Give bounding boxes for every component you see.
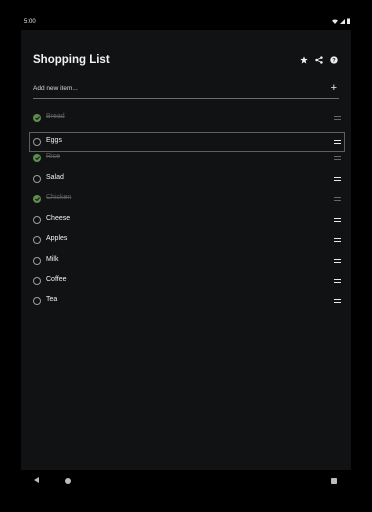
item-label: Tea xyxy=(46,296,58,303)
item-label: Bread xyxy=(46,113,65,120)
item-label: Eggs xyxy=(46,137,62,144)
back-icon[interactable] xyxy=(34,477,39,483)
drag-handle-icon[interactable] xyxy=(334,177,341,181)
system-icons xyxy=(332,18,350,24)
list-item-salad[interactable]: Salad xyxy=(29,169,345,189)
checked-circle-icon[interactable] xyxy=(33,154,41,162)
list-item-cheese[interactable]: Cheese xyxy=(29,210,345,230)
share-icon[interactable] xyxy=(314,55,324,65)
recents-icon[interactable] xyxy=(331,478,337,484)
page-title: Shopping List xyxy=(33,54,110,66)
drag-handle-icon[interactable] xyxy=(334,259,341,263)
unchecked-circle-icon[interactable] xyxy=(33,277,41,285)
unchecked-circle-icon[interactable] xyxy=(33,257,41,265)
signal-icon xyxy=(340,18,345,24)
list-item-apples[interactable]: Apples xyxy=(29,230,345,250)
help-icon[interactable]: ? xyxy=(329,55,339,65)
drag-handle-icon[interactable] xyxy=(334,116,341,120)
item-label: Cheese xyxy=(46,215,71,222)
list-item-coffee[interactable]: Coffee xyxy=(29,271,345,291)
item-label: Chicken xyxy=(46,194,72,201)
drag-handle-icon[interactable] xyxy=(334,197,341,201)
list-item-bread[interactable]: Bread xyxy=(29,108,345,128)
drag-handle-icon[interactable] xyxy=(334,156,341,160)
unchecked-circle-icon[interactable] xyxy=(33,236,41,244)
item-label: Apples xyxy=(46,235,68,242)
toolbar-actions: ? xyxy=(299,55,339,65)
app-screen: Shopping List ? + Bread Eggs xyxy=(21,30,351,470)
item-label: Rice xyxy=(46,153,61,160)
status-bar: 5:00 xyxy=(0,16,372,30)
wifi-icon xyxy=(332,19,338,24)
checked-circle-icon[interactable] xyxy=(33,114,41,122)
unchecked-circle-icon[interactable] xyxy=(33,216,41,224)
plus-icon[interactable]: + xyxy=(331,83,337,94)
add-item-row: + xyxy=(33,82,339,99)
system-nav-bar xyxy=(0,470,372,492)
unchecked-circle-icon[interactable] xyxy=(33,297,41,305)
list-item-milk[interactable]: Milk xyxy=(29,251,345,271)
drag-handle-icon[interactable] xyxy=(334,299,341,303)
item-label: Salad xyxy=(46,174,64,181)
item-label: Milk xyxy=(46,256,59,263)
drag-handle-icon[interactable] xyxy=(334,279,341,283)
checked-circle-icon[interactable] xyxy=(33,195,41,203)
item-label: Coffee xyxy=(46,276,67,283)
star-icon[interactable] xyxy=(299,55,309,65)
list-item-chicken[interactable]: Chicken xyxy=(29,189,345,209)
status-time: 5:00 xyxy=(24,19,36,25)
add-item-input[interactable] xyxy=(33,85,313,92)
battery-icon xyxy=(347,18,350,24)
unchecked-circle-icon[interactable] xyxy=(33,175,41,183)
drag-handle-icon[interactable] xyxy=(334,238,341,242)
svg-text:?: ? xyxy=(332,58,336,64)
list-item-rice[interactable]: Rice xyxy=(29,148,345,168)
drag-handle-icon[interactable] xyxy=(334,218,341,222)
home-icon[interactable] xyxy=(65,478,71,484)
drag-handle-icon[interactable] xyxy=(334,140,341,144)
unchecked-circle-icon[interactable] xyxy=(33,138,41,146)
list-item-tea[interactable]: Tea xyxy=(29,291,345,311)
device-frame: 5:00 Shopping List ? + Bread xyxy=(0,0,372,512)
